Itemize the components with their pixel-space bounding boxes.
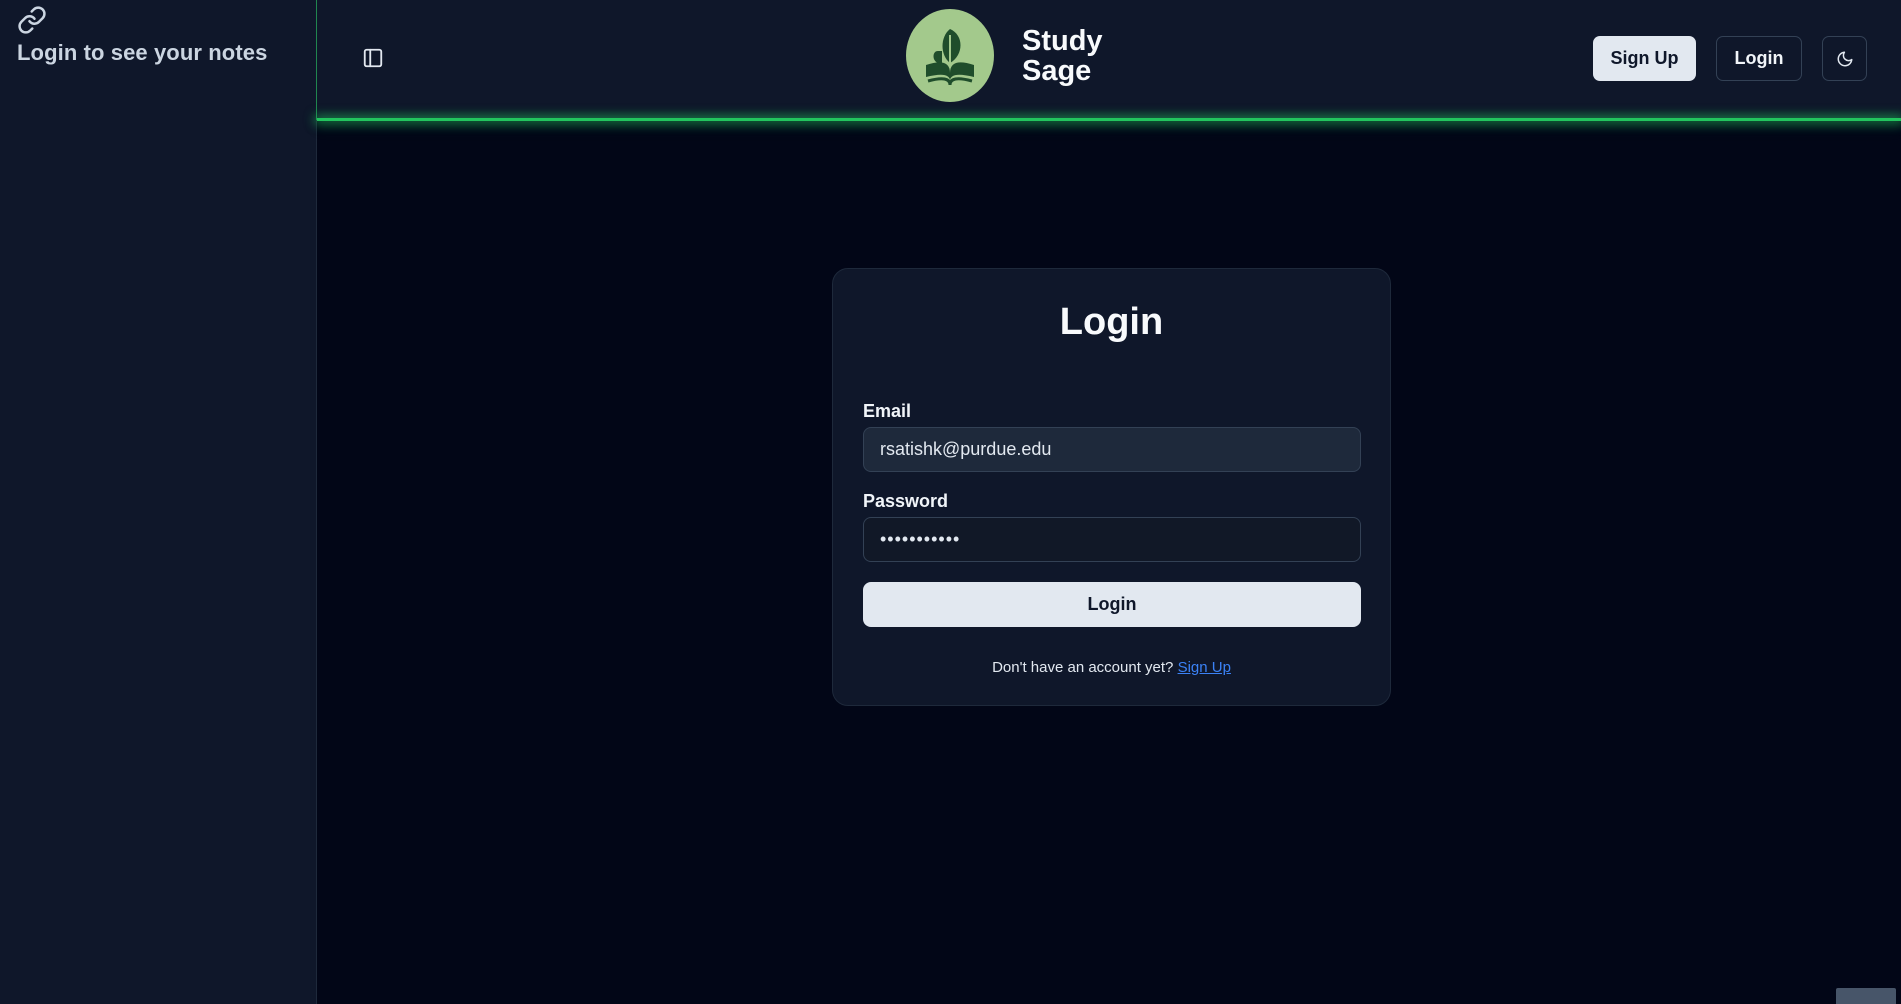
signup-prompt-text: Don't have an account yet? (992, 659, 1178, 676)
theme-toggle-button[interactable] (1822, 36, 1867, 81)
email-label: Email (863, 401, 912, 421)
brand-name: Study Sage (1022, 26, 1103, 86)
brand-name-line1: Study (1022, 24, 1103, 57)
corner-widget[interactable] (1836, 988, 1896, 1004)
email-field[interactable] (863, 427, 1361, 472)
sidebar-toggle-icon (363, 48, 383, 68)
brand-name-line2: Sage (1022, 54, 1092, 87)
password-label: Password (863, 491, 949, 511)
header-login-button[interactable]: Login (1716, 36, 1802, 81)
sidebar-login-message: Login to see your notes (17, 40, 268, 65)
link-icon (17, 5, 47, 35)
login-submit-button[interactable]: Login (863, 582, 1361, 627)
login-card: Login Email Password Login Don't have an… (832, 268, 1391, 706)
header-accent-line (317, 118, 1901, 121)
login-title: Login (1059, 301, 1164, 343)
sidebar-toggle-button[interactable] (361, 46, 385, 70)
app-root: Login to see your notes Study Sage Sign … (0, 0, 1901, 1004)
password-field[interactable] (863, 517, 1361, 562)
signup-link[interactable]: Sign Up (1178, 659, 1231, 676)
top-header: Study Sage Sign Up Login (317, 0, 1901, 118)
signup-prompt: Don't have an account yet? Sign Up (833, 659, 1390, 676)
book-leaf-logo (906, 9, 994, 102)
moon-icon (1837, 51, 1852, 66)
header-signup-button[interactable]: Sign Up (1593, 36, 1696, 81)
brand[interactable]: Study Sage (906, 9, 1103, 102)
sidebar: Login to see your notes (0, 0, 317, 1004)
